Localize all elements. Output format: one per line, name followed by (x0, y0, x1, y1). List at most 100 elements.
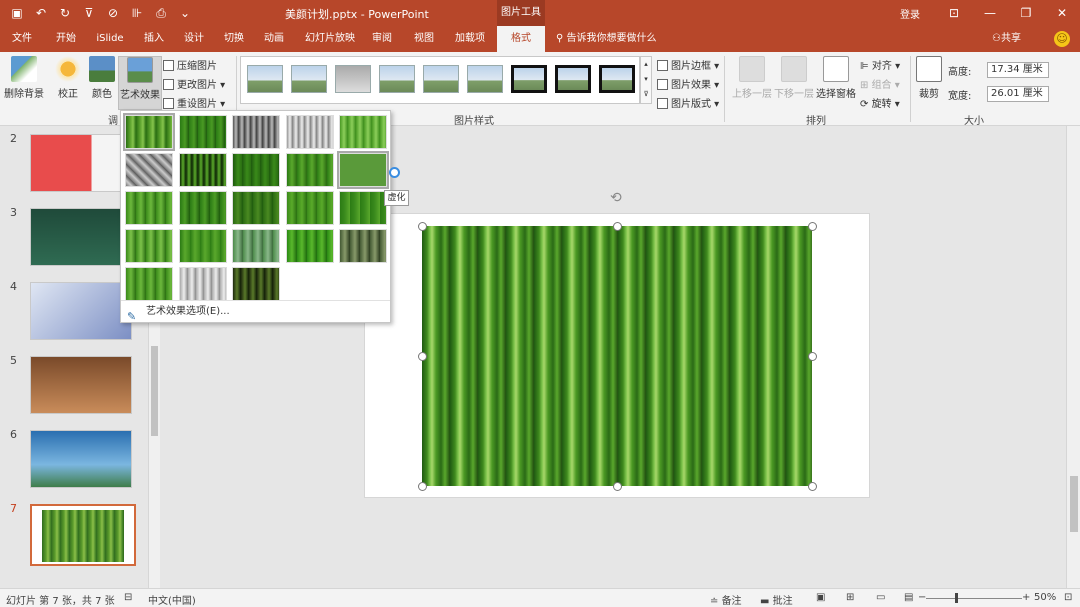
touch-mode-icon[interactable]: ⊘ (104, 4, 122, 22)
remove-background-button[interactable]: 删除背景 (2, 56, 46, 100)
style-thumb[interactable] (423, 65, 459, 93)
slide-sorter-icon[interactable]: ⊞ (846, 592, 854, 603)
spellcheck-icon[interactable]: ⊟ (124, 592, 132, 603)
more-icon[interactable]: ⌄ (176, 4, 194, 22)
tab-animations[interactable]: 动画 (258, 26, 290, 52)
art-effect-cement[interactable] (339, 229, 387, 263)
slide-thumbnail-selected[interactable] (30, 504, 136, 566)
share-button[interactable]: ⚇共享 (992, 26, 1021, 52)
save-icon[interactable]: ▣ (8, 4, 26, 22)
notes-button[interactable]: ≐ 备注 (710, 592, 742, 607)
art-effect-glow-edges[interactable] (232, 267, 280, 301)
art-effect-line-drawing[interactable] (339, 115, 387, 149)
art-effect-mosaic[interactable] (286, 191, 334, 225)
resize-handle[interactable] (808, 482, 817, 491)
tab-view[interactable]: 视图 (408, 26, 440, 52)
art-effect-none[interactable] (123, 113, 175, 151)
zoom-level[interactable]: 50% (1034, 592, 1056, 603)
gallery-scroll[interactable]: ▴ ▾ ⊽ (640, 56, 652, 104)
art-effect-plastic-wrap[interactable] (179, 229, 227, 263)
close-icon[interactable]: ✕ (1052, 4, 1072, 22)
scroll-thumb[interactable] (151, 346, 158, 436)
art-effect-watercolor[interactable] (179, 191, 227, 225)
rotate-handle-icon[interactable]: ⟲ (610, 190, 622, 206)
bamboo-photo[interactable] (422, 226, 812, 486)
align-icon[interactable]: ⊪ (128, 4, 146, 22)
style-thumb[interactable] (555, 65, 591, 93)
selection-pane-button[interactable]: 选择窗格 (814, 56, 858, 100)
comments-button[interactable]: ▬ 批注 (760, 592, 793, 607)
tab-slideshow[interactable]: 幻灯片放映 (302, 26, 358, 52)
compress-pictures-button[interactable]: 压缩图片 (163, 57, 217, 72)
style-thumb[interactable] (599, 65, 635, 93)
minimize-icon[interactable]: — (980, 4, 1000, 22)
send-backward-button[interactable]: 下移一层 (772, 56, 816, 100)
tab-home[interactable]: 开始 (50, 26, 82, 52)
height-input[interactable]: 17.34 厘米 (987, 62, 1049, 78)
picture-layout-button[interactable]: 图片版式 ▾ (657, 95, 719, 110)
tab-insert[interactable]: 插入 (138, 26, 170, 52)
width-input[interactable]: 26.01 厘米 (987, 86, 1049, 102)
smiley-feedback-icon[interactable]: ☺ (1054, 31, 1070, 47)
tab-file[interactable]: 文件 (6, 26, 38, 52)
reset-picture-button[interactable]: 重设图片 ▾ (163, 95, 225, 110)
tell-me-search[interactable]: ⚲ 告诉我你想要做什么 (556, 26, 657, 52)
resize-handle[interactable] (613, 482, 622, 491)
style-thumb[interactable] (335, 65, 371, 93)
picture-border-button[interactable]: 图片边框 ▾ (657, 57, 719, 72)
art-effect-marker[interactable] (179, 115, 227, 149)
art-effect-light-screen[interactable] (125, 191, 173, 225)
zoom-in-icon[interactable]: + (1022, 592, 1030, 603)
zoom-slider[interactable] (926, 598, 1022, 599)
login-link[interactable]: 登录 (900, 6, 920, 21)
crop-button[interactable]: 裁剪 (912, 56, 946, 100)
art-effect-pencil-grayscale[interactable] (232, 115, 280, 149)
art-effect-paint-brush[interactable] (232, 153, 280, 187)
slide-thumbnail[interactable] (30, 356, 132, 414)
rotate-button[interactable]: ⟳ 旋转 ▾ (860, 95, 900, 110)
redo-icon[interactable]: ↻ (56, 4, 74, 22)
art-effect-film-grain[interactable] (232, 229, 280, 263)
resize-handle[interactable] (418, 482, 427, 491)
bring-forward-button[interactable]: 上移一层 (730, 56, 774, 100)
align-button[interactable]: ⊫ 对齐 ▾ (860, 57, 900, 72)
maximize-icon[interactable]: ❐ (1016, 4, 1036, 22)
slide-thumbnail[interactable] (30, 134, 132, 192)
tab-design[interactable]: 设计 (178, 26, 210, 52)
resize-handle[interactable] (808, 222, 817, 231)
format-painter-icon[interactable]: ⊽ (80, 4, 98, 22)
art-effect-texturizer[interactable] (125, 229, 173, 263)
art-effect-pencil-sketch[interactable] (286, 115, 334, 149)
art-effect-blur[interactable] (337, 151, 389, 189)
art-effect-glow-diffused[interactable] (286, 153, 334, 187)
tab-transitions[interactable]: 切换 (218, 26, 250, 52)
art-effect-chalk-sketch[interactable] (125, 153, 173, 187)
resize-handle[interactable] (418, 222, 427, 231)
slide-thumbnail[interactable] (30, 430, 132, 488)
slide-thumbnail[interactable] (30, 208, 132, 266)
editor-scrollbar[interactable] (1066, 126, 1080, 588)
resize-handle[interactable] (808, 352, 817, 361)
artistic-effects-button[interactable]: 艺术效果 (118, 56, 162, 110)
slideshow-icon[interactable]: ▤ (904, 592, 913, 603)
fit-to-window-icon[interactable]: ⊡ (1064, 592, 1072, 603)
resize-handle[interactable] (613, 222, 622, 231)
zoom-slider-knob[interactable] (955, 593, 958, 603)
style-thumb[interactable] (511, 65, 547, 93)
art-effect-cutout[interactable] (232, 191, 280, 225)
language-indicator[interactable]: 中文(中国) (148, 592, 196, 607)
picture-effects-button[interactable]: 图片效果 ▾ (657, 76, 719, 91)
art-effect-pastels[interactable] (125, 267, 173, 301)
normal-view-icon[interactable]: ▣ (816, 592, 825, 603)
art-effect-crisscross[interactable] (339, 191, 387, 225)
art-effect-paint-strokes[interactable] (179, 153, 227, 187)
style-thumb[interactable] (247, 65, 283, 93)
scroll-thumb[interactable] (1070, 476, 1078, 532)
ribbon-display-icon[interactable]: ⊡ (944, 4, 964, 22)
art-effect-photocopy[interactable] (179, 267, 227, 301)
art-effects-options-link[interactable]: ✎ 艺术效果选项(E)... (121, 300, 390, 323)
change-picture-button[interactable]: 更改图片 ▾ (163, 76, 225, 91)
slide-thumbnail[interactable] (30, 282, 132, 340)
undo-icon[interactable]: ↶ (32, 4, 50, 22)
art-effect-glass[interactable] (286, 229, 334, 263)
